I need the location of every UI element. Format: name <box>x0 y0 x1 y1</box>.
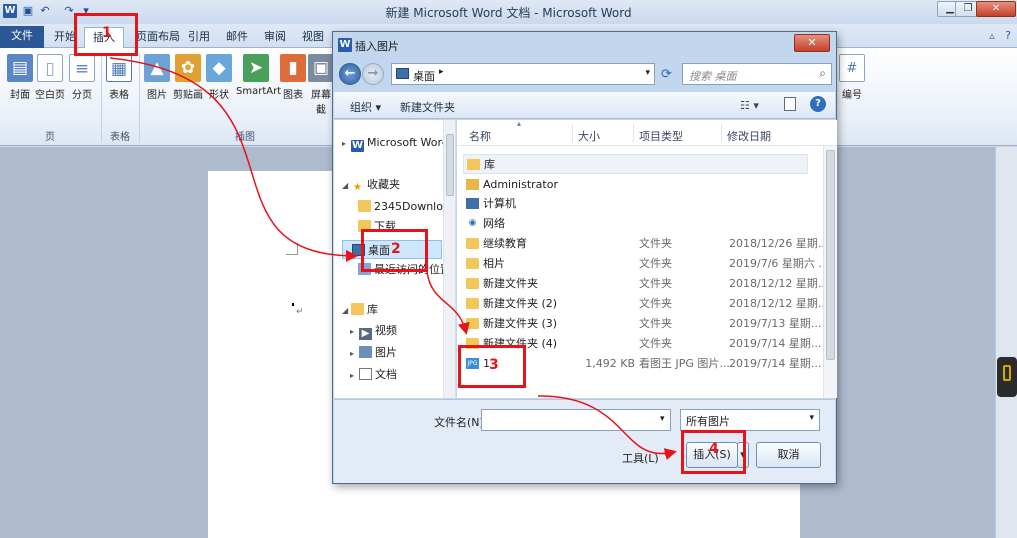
arrow-1-to-2 <box>109 57 358 262</box>
arrow-3-to-4 <box>537 395 677 460</box>
arrow-2-to-3 <box>426 271 470 335</box>
annotation-arrows <box>109 57 677 460</box>
